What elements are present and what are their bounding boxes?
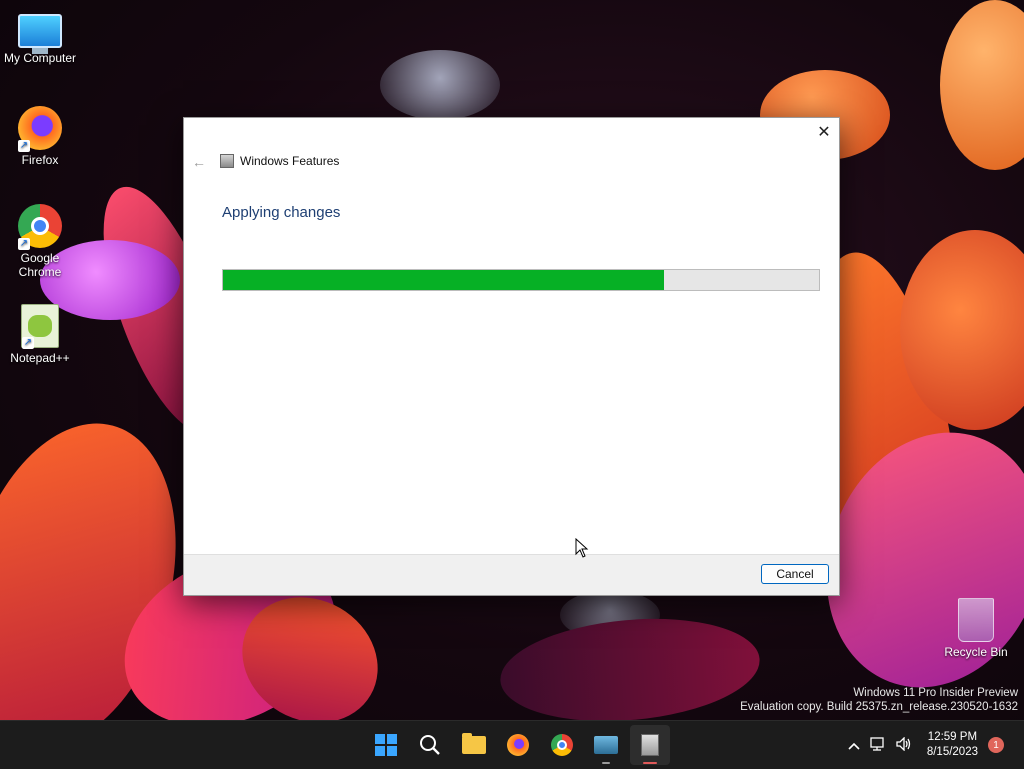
notepadpp-icon: ↗ xyxy=(21,304,59,349)
folder-icon xyxy=(462,733,486,754)
dialog-footer: Cancel xyxy=(184,554,839,595)
clock-date: 8/15/2023 xyxy=(926,746,978,758)
shortcut-arrow-icon: ↗ xyxy=(18,140,30,152)
taskbar-windows-features[interactable] xyxy=(630,725,670,765)
windows-features-icon xyxy=(220,154,234,168)
windows-features-icon xyxy=(641,734,659,756)
windows-features-dialog: ✕ ← Windows Features Applying changes Ca… xyxy=(183,117,840,596)
system-tray: 12:59 PM 8/15/2023 1 xyxy=(843,721,1024,769)
taskbar: 12:59 PM 8/15/2023 1 xyxy=(0,720,1024,769)
close-button[interactable]: ✕ xyxy=(809,118,839,146)
desktop-icon-label: Firefox xyxy=(21,153,59,167)
cancel-button[interactable]: Cancel xyxy=(761,564,829,584)
status-heading: Applying changes xyxy=(222,204,341,221)
volume-icon[interactable] xyxy=(896,735,912,754)
search-button[interactable] xyxy=(410,725,450,765)
active-indicator xyxy=(643,762,657,764)
search-icon xyxy=(420,735,440,755)
desktop-icon-label: Notepad++ xyxy=(10,351,70,365)
desktop-icon-label: Recycle Bin xyxy=(944,645,1008,659)
computer-icon xyxy=(18,14,62,54)
start-button[interactable] xyxy=(366,725,406,765)
progress-bar xyxy=(222,269,820,291)
windows-logo-icon xyxy=(375,734,397,756)
taskbar-remote-desktop[interactable] xyxy=(586,725,626,765)
chrome-icon xyxy=(551,734,573,756)
shortcut-arrow-icon: ↗ xyxy=(22,337,34,349)
dialog-title-row: Windows Features xyxy=(220,154,339,168)
evaluation-watermark: Windows 11 Pro Insider Preview Evaluatio… xyxy=(740,686,1018,714)
firefox-icon: ↗ xyxy=(18,106,62,152)
taskbar-firefox[interactable] xyxy=(498,725,538,765)
chrome-icon: ↗ xyxy=(18,204,62,250)
notification-badge[interactable]: 1 xyxy=(988,737,1004,753)
taskbar-apps xyxy=(366,721,670,769)
running-indicator xyxy=(602,762,610,764)
firefox-icon xyxy=(507,734,529,756)
back-arrow-icon[interactable]: ← xyxy=(192,154,206,170)
taskbar-file-explorer[interactable] xyxy=(454,725,494,765)
watermark-line-1: Windows 11 Pro Insider Preview xyxy=(853,687,1018,699)
taskbar-chrome[interactable] xyxy=(542,725,582,765)
dialog-title: Windows Features xyxy=(240,154,340,168)
shortcut-arrow-icon: ↗ xyxy=(18,238,30,250)
clock[interactable]: 12:59 PM 8/15/2023 xyxy=(927,730,978,760)
remote-desktop-icon xyxy=(594,736,618,754)
desktop-icon-firefox[interactable]: ↗ Firefox xyxy=(0,106,80,167)
network-icon[interactable] xyxy=(870,736,886,754)
desktop-icon-notepadpp[interactable]: ↗ Notepad++ xyxy=(0,304,80,365)
show-hidden-icons-chevron-icon[interactable] xyxy=(848,737,860,753)
desktop-icon-my-computer[interactable]: My Computer xyxy=(0,8,80,65)
desktop-icon-recycle-bin[interactable]: Recycle Bin xyxy=(936,598,1016,659)
watermark-line-2: Evaluation copy. Build 25375.zn_release.… xyxy=(740,701,1018,713)
clock-time: 12:59 PM xyxy=(927,731,978,743)
desktop-icon-label: Google Chrome xyxy=(18,251,62,279)
recycle-bin-icon xyxy=(958,598,994,642)
progress-bar-fill xyxy=(223,270,665,290)
desktop-icon-chrome[interactable]: ↗ Google Chrome xyxy=(0,204,82,279)
